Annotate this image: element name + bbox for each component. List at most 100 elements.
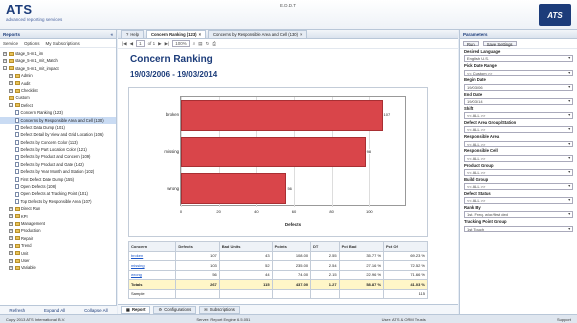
column-header[interactable]: Pct Of bbox=[383, 241, 428, 252]
column-header[interactable]: Defects bbox=[175, 241, 220, 252]
param-select[interactable]: << ALL >> ▼ bbox=[464, 112, 573, 119]
next-page-icon[interactable]: ▶ bbox=[158, 41, 161, 47]
tab-report[interactable]: ▦ Report bbox=[121, 305, 151, 314]
tree-item[interactable]: + Management bbox=[0, 220, 116, 227]
support-link[interactable]: Support bbox=[557, 317, 571, 322]
options-menu[interactable]: Options bbox=[24, 41, 40, 46]
tree-item[interactable]: Defects by Year Month and Station (102) bbox=[0, 168, 116, 175]
column-header[interactable]: Pct Bad bbox=[338, 241, 385, 252]
tree-item[interactable]: Open Defects at Tracking Point (101) bbox=[0, 190, 116, 197]
bar[interactable] bbox=[181, 173, 287, 205]
tab-concern-ranking[interactable]: Concern Ranking (123) × bbox=[145, 30, 207, 38]
collapse-icon[interactable]: - bbox=[3, 66, 7, 71]
concern-link[interactable]: broken bbox=[131, 253, 143, 258]
tree-item[interactable]: + Production bbox=[0, 227, 116, 234]
column-header[interactable]: Bad Units bbox=[218, 241, 273, 252]
param-select[interactable]: << ALL >> ▼ bbox=[464, 168, 573, 176]
param-select[interactable]: << Custom >> ▼ bbox=[464, 69, 573, 77]
column-header[interactable]: DT bbox=[310, 241, 340, 252]
print-icon[interactable]: ⎙ bbox=[212, 41, 216, 46]
expand-icon[interactable]: + bbox=[9, 236, 13, 241]
expand-icon[interactable]: + bbox=[9, 221, 13, 226]
page-number-input[interactable]: 1 bbox=[136, 40, 145, 47]
column-header[interactable]: Points bbox=[271, 241, 312, 252]
service-menu[interactable]: Service bbox=[3, 41, 18, 46]
param-select[interactable]: 1st. Freq. w/or/first ded ▼ bbox=[464, 211, 573, 219]
tree-item[interactable]: + stage_5-m1_im bbox=[0, 50, 116, 57]
tree-item[interactable]: Defects by Product and Concern (109) bbox=[0, 153, 116, 160]
expand-icon[interactable]: + bbox=[9, 251, 13, 256]
tree-item[interactable]: - Defect bbox=[0, 102, 116, 109]
expand-icon[interactable]: + bbox=[9, 229, 13, 234]
bar[interactable] bbox=[181, 136, 366, 168]
tree-item[interactable]: + Repair bbox=[0, 235, 116, 242]
param-select[interactable]: << ALL >> ▼ bbox=[464, 154, 573, 162]
zoom-select[interactable]: 100% bbox=[172, 40, 190, 47]
tree-item[interactable]: + stage_5-m1_mit_Match bbox=[0, 57, 116, 64]
param-select[interactable]: English U.S. ▼ bbox=[464, 55, 573, 63]
tree-item[interactable]: + KPI bbox=[0, 213, 116, 220]
tree-item[interactable]: First Defect Date Dump (155) bbox=[0, 176, 116, 183]
tree-item[interactable]: Custom bbox=[0, 94, 116, 101]
tree-item[interactable]: + Checklist bbox=[0, 87, 116, 94]
tree-item[interactable]: Open Defects (108) bbox=[0, 183, 116, 190]
expand-icon[interactable]: + bbox=[9, 73, 13, 78]
save-settings-button[interactable]: Save Settings bbox=[482, 41, 517, 47]
expand-icon[interactable]: + bbox=[9, 266, 13, 271]
param-select[interactable]: 19/03/14 ▼ bbox=[464, 97, 573, 105]
tab-configurations[interactable]: ⚙ Configurations bbox=[153, 305, 197, 314]
tree-item[interactable]: Defects by Part Location Color (121) bbox=[0, 146, 116, 153]
subscriptions-menu[interactable]: My Subscriptions bbox=[46, 41, 80, 46]
last-page-icon[interactable]: ▶| bbox=[165, 41, 170, 47]
refresh-button[interactable]: Refresh bbox=[9, 308, 25, 313]
expand-icon[interactable]: + bbox=[9, 206, 13, 211]
tree-item[interactable]: Defect Data Dump (101) bbox=[0, 124, 116, 131]
first-page-icon[interactable]: |◀ bbox=[122, 41, 127, 47]
collapse-icon[interactable]: « bbox=[110, 30, 113, 39]
param-select[interactable]: << ALL >> ▼ bbox=[464, 197, 573, 205]
param-select[interactable]: << ALL >> ▼ bbox=[464, 183, 573, 190]
concern-link[interactable]: missing bbox=[131, 263, 145, 268]
tree-item[interactable]: + Admin bbox=[0, 72, 116, 79]
tree-item[interactable]: + Audit bbox=[0, 80, 116, 87]
tree-item[interactable]: Defects by Concern Color (113) bbox=[0, 139, 116, 146]
close-icon[interactable]: × bbox=[300, 31, 302, 38]
param-select[interactable]: 1st Touch ▼ bbox=[464, 225, 573, 233]
tree-item[interactable]: Concern Ranking (123) bbox=[0, 109, 116, 116]
tree-item[interactable]: + User bbox=[0, 257, 116, 264]
close-icon[interactable]: × bbox=[199, 31, 201, 38]
find-icon[interactable]: ⌕ bbox=[193, 41, 196, 46]
expand-icon[interactable]: + bbox=[9, 214, 13, 219]
run-button[interactable]: Run bbox=[463, 41, 479, 47]
export-icon[interactable]: ▤ bbox=[198, 41, 202, 47]
param-select[interactable]: << ALL >> ▼ bbox=[464, 140, 573, 148]
bar[interactable] bbox=[181, 99, 383, 131]
collapse-icon[interactable]: - bbox=[9, 103, 13, 108]
prev-page-icon[interactable]: ◀ bbox=[130, 41, 133, 47]
column-header[interactable]: Concern bbox=[127, 241, 177, 252]
param-select[interactable]: << ALL >> ▼ bbox=[464, 126, 573, 134]
concern-link[interactable]: wrong bbox=[131, 272, 142, 277]
collapse-all-button[interactable]: Collapse All bbox=[84, 308, 108, 313]
refresh-icon[interactable]: ↻ bbox=[206, 41, 210, 47]
tab-subscriptions[interactable]: ✉ Subscriptions bbox=[199, 305, 240, 314]
tree-item[interactable]: Top Defects by Responsible Area (107) bbox=[0, 198, 116, 205]
tree-item[interactable]: - stage_5-m1_mit_impact bbox=[0, 65, 116, 72]
tree-item[interactable]: + Direct Run bbox=[0, 205, 116, 212]
expand-icon[interactable]: + bbox=[9, 243, 13, 248]
expand-icon[interactable]: + bbox=[3, 51, 7, 56]
tab-concerns-by-area[interactable]: Concerns by Responsible Area and Cell (1… bbox=[208, 30, 308, 38]
tree-item[interactable]: + Variable bbox=[0, 264, 116, 271]
tree-item[interactable]: Defect Detail by View and Grid Location … bbox=[0, 131, 116, 138]
expand-icon[interactable]: + bbox=[9, 258, 13, 263]
tree-item[interactable]: Defects by Product and Gate (142) bbox=[0, 161, 116, 168]
expand-icon[interactable]: + bbox=[9, 88, 13, 93]
expand-icon[interactable]: + bbox=[9, 81, 13, 86]
tab-help[interactable]: ? Help bbox=[121, 30, 144, 38]
expand-all-button[interactable]: Expand All bbox=[44, 308, 65, 313]
expand-icon[interactable]: + bbox=[3, 59, 7, 64]
tree-item[interactable]: + Trend bbox=[0, 242, 116, 249]
param-select[interactable]: 19/03/06 ▼ bbox=[464, 83, 573, 91]
tree-item[interactable]: Concerns by Responsible Area and Cell (1… bbox=[0, 116, 116, 124]
tree-item[interactable]: + Unit bbox=[0, 250, 116, 257]
